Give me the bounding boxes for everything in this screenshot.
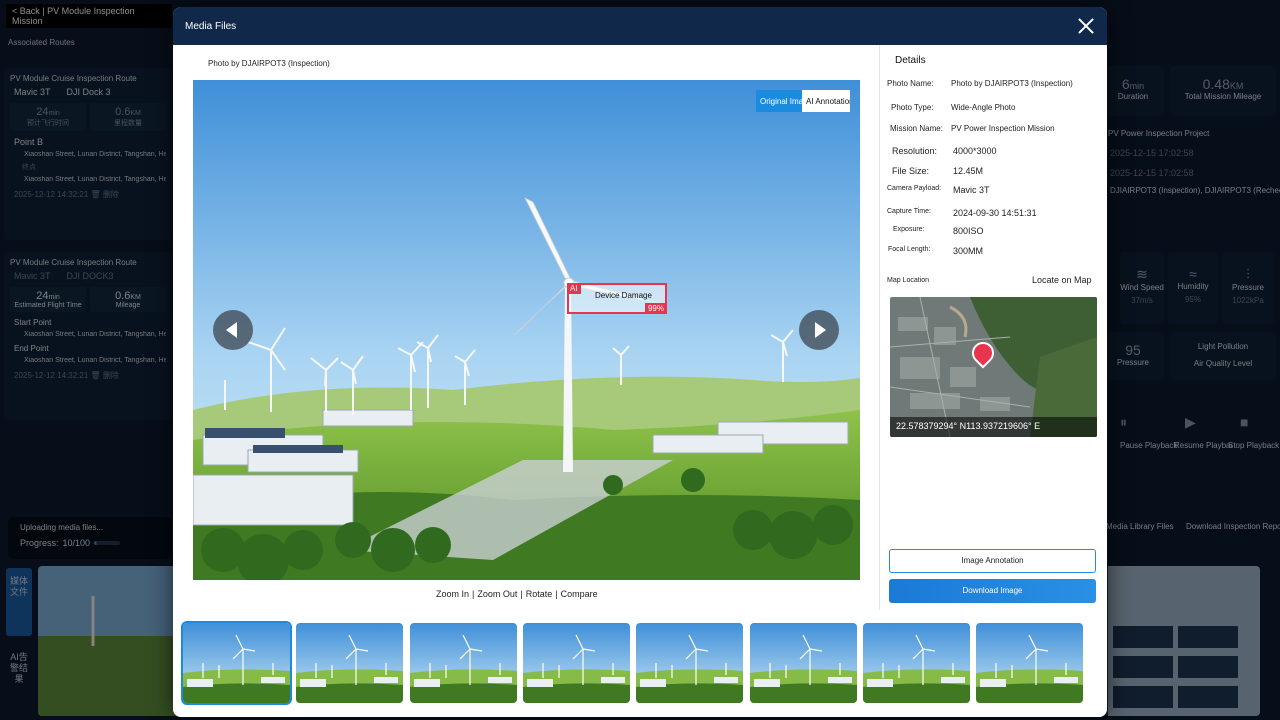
media-files-modal: Media Files Photo by DJAIRPOT3 (Inspecti… xyxy=(173,7,1107,717)
modal-title: Media Files xyxy=(185,20,237,32)
download-image-button[interactable]: Download Image xyxy=(889,579,1096,603)
thumbnail-image xyxy=(750,623,857,703)
zoom-in-button[interactable]: Zoom In xyxy=(436,589,469,599)
panel-divider xyxy=(879,45,880,610)
thumbnail[interactable] xyxy=(863,623,970,703)
thumbnail-image xyxy=(523,623,630,703)
wind-farm-photo xyxy=(193,80,860,580)
photo-caption: Photo by DJAIRPOT3 (Inspection) xyxy=(208,59,330,68)
thumbnail[interactable] xyxy=(410,623,517,703)
thumbnail-image xyxy=(976,623,1083,703)
locate-on-map-link[interactable]: Locate on Map xyxy=(1032,275,1092,285)
modal-header: Media Files xyxy=(173,7,1107,45)
detail-resolution: Resolution: 4000*3000 xyxy=(892,146,997,156)
zoom-out-button[interactable]: Zoom Out xyxy=(477,589,517,599)
tool-separator: | xyxy=(555,589,558,599)
close-icon[interactable] xyxy=(1077,17,1095,35)
annotation-label: Device Damage xyxy=(595,291,652,300)
image-tools: Zoom In | Zoom Out | Rotate | Compare xyxy=(436,589,598,599)
original-image-toggle[interactable]: Original Image xyxy=(756,90,802,112)
ai-annotation-toggle[interactable]: AI Annotation xyxy=(802,90,850,112)
thumbnail-image xyxy=(410,623,517,703)
view-mode-toggle: Original Image AI Annotation xyxy=(756,90,850,112)
thumbnail-image xyxy=(863,623,970,703)
detail-mission-name: Mission Name: PV Power Inspection Mission xyxy=(890,124,1055,133)
image-viewer[interactable]: Original Image AI Annotation AI Device D… xyxy=(193,80,860,580)
tool-separator: | xyxy=(472,589,475,599)
map-coordinates: 22.578379294° N113.937219606° E xyxy=(890,417,1097,437)
thumbnail[interactable] xyxy=(523,623,630,703)
detail-exposure: Exposure: 800ISO xyxy=(893,226,984,236)
tool-separator: | xyxy=(520,589,523,599)
rotate-button[interactable]: Rotate xyxy=(526,589,553,599)
detail-focal-length: Focal Length: 300MM xyxy=(888,246,984,256)
thumbnail-image xyxy=(296,623,403,703)
annotation-confidence: 99% xyxy=(644,303,667,314)
detail-capture-time: Capture Time: 2024-09-30 14:51:31 xyxy=(887,208,1037,218)
image-annotation-button[interactable]: Image Annotation xyxy=(889,549,1096,573)
detail-file-size: File Size: 12.45M xyxy=(892,166,984,176)
next-image-arrow-icon[interactable] xyxy=(799,310,839,350)
compare-button[interactable]: Compare xyxy=(561,589,598,599)
previous-image-arrow-icon[interactable] xyxy=(213,310,253,350)
thumbnail[interactable] xyxy=(636,623,743,703)
ai-badge: AI xyxy=(567,283,581,294)
ai-annotation-box[interactable]: AI Device Damage 99% xyxy=(567,283,667,314)
detail-camera-payload: Camera Payload: Mavic 3T xyxy=(887,185,990,195)
detail-photo-type: Photo Type: Wide-Angle Photo xyxy=(891,103,1016,112)
satellite-map-image xyxy=(890,297,1097,437)
map-location-label: Map Location xyxy=(887,277,930,284)
satellite-map[interactable]: 22.578379294° N113.937219606° E xyxy=(890,297,1097,437)
detail-photo-name: Photo Name: Photo by DJAIRPOT3 (Inspectio… xyxy=(887,79,1073,88)
thumbnail-image xyxy=(183,623,290,703)
thumbnail[interactable] xyxy=(976,623,1083,703)
thumbnail[interactable] xyxy=(181,621,292,705)
thumbnail-strip xyxy=(173,613,1107,717)
details-title: Details xyxy=(895,55,926,66)
thumbnail[interactable] xyxy=(296,623,403,703)
thumbnail[interactable] xyxy=(750,623,857,703)
thumbnail-image xyxy=(636,623,743,703)
